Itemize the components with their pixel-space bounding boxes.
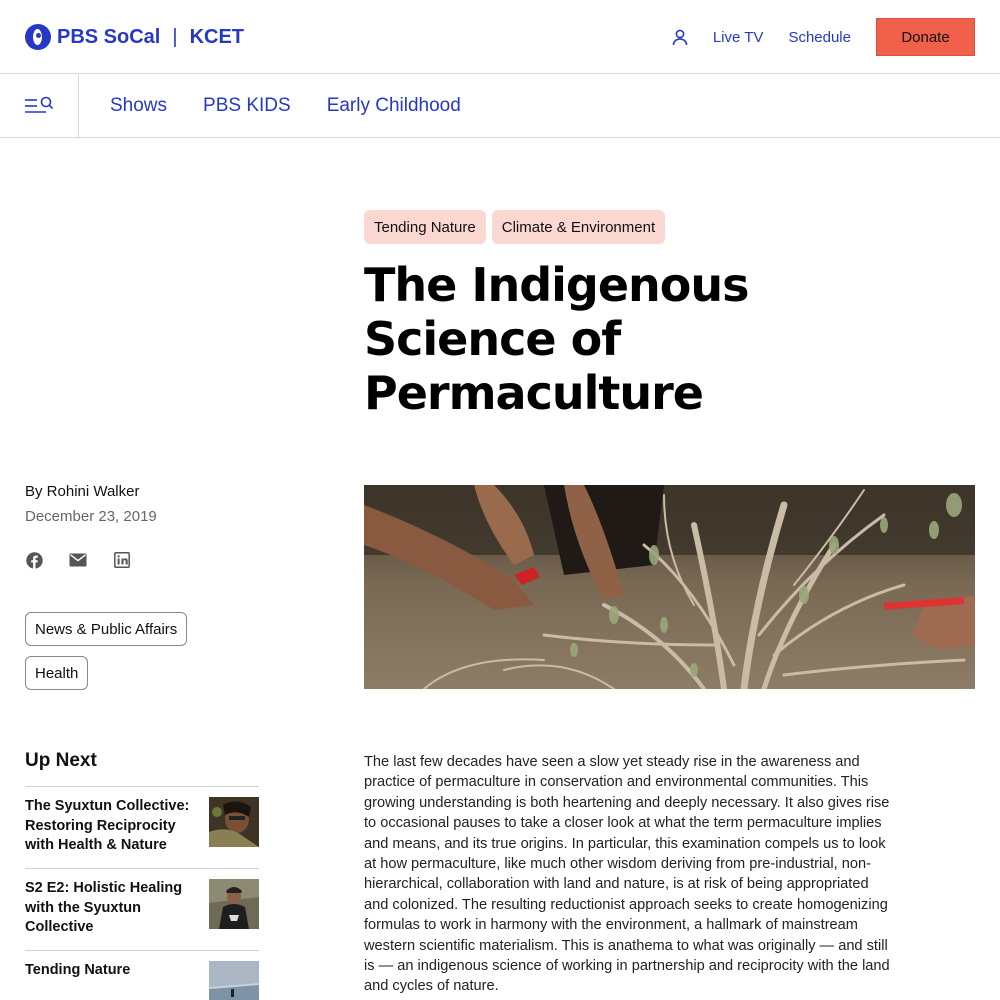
tag-tending-nature[interactable]: Tending Nature (364, 210, 486, 244)
article-tags: Tending Nature Climate & Environment (364, 210, 666, 244)
article-byline: By Rohini Walker (25, 483, 140, 500)
up-next-item[interactable]: S2 E2: Holistic Healing with the Syuxtun… (25, 869, 259, 951)
top-nav: Live TV Schedule Donate (669, 18, 975, 56)
nav-early-childhood[interactable]: Early Childhood (327, 95, 461, 117)
category-news-public-affairs[interactable]: News & Public Affairs (25, 612, 188, 646)
share-buttons (25, 551, 131, 569)
live-tv-link[interactable]: Live TV (713, 29, 764, 46)
user-account-icon[interactable] (669, 26, 691, 48)
article-date: December 23, 2019 (25, 508, 157, 525)
category-health[interactable]: Health (25, 656, 89, 690)
article-title: The Indigenous Science of Permaculture (364, 258, 750, 420)
up-next-item-title: S2 E2: Holistic Healing with the Syuxtun… (25, 880, 183, 935)
up-next-thumbnail (209, 961, 259, 1000)
secondary-nav: Shows PBS KIDS Early Childhood (0, 75, 1000, 138)
nav-pbs-kids[interactable]: PBS KIDS (203, 95, 291, 117)
site-logo[interactable]: PBS SoCal | KCET (25, 24, 244, 50)
donate-button[interactable]: Donate (876, 18, 975, 56)
up-next-heading: Up Next (25, 750, 97, 771)
nav-shows[interactable]: Shows (110, 95, 167, 117)
email-icon[interactable] (69, 551, 87, 569)
tag-climate-environment[interactable]: Climate & Environment (491, 210, 666, 244)
up-next-item-title: Tending Nature (25, 962, 131, 978)
logo-divider: | (172, 25, 178, 48)
menu-search-icon (25, 96, 54, 113)
article-hero-image (364, 485, 975, 689)
up-next-thumbnail (209, 879, 259, 929)
up-next-thumbnail (209, 797, 259, 847)
up-next-list: The Syuxtun Collective: Restoring Recipr… (25, 786, 259, 1000)
linkedin-icon[interactable] (113, 551, 131, 569)
site-header: PBS SoCal | KCET Live TV Schedule Donate (0, 0, 1000, 74)
up-next-item[interactable]: Tending Nature (25, 951, 259, 1000)
pbs-logo-icon (25, 24, 51, 50)
article-body: The last few decades have seen a slow ye… (364, 754, 890, 995)
schedule-link[interactable]: Schedule (788, 29, 851, 46)
logo-primary-text: PBS SoCal (57, 25, 161, 48)
up-next-item-title: The Syuxtun Collective: Restoring Recipr… (25, 798, 190, 853)
logo-secondary-text: KCET (189, 25, 245, 48)
up-next-item[interactable]: The Syuxtun Collective: Restoring Recipr… (25, 787, 259, 869)
menu-search-button[interactable] (0, 75, 79, 137)
facebook-icon[interactable] (25, 551, 43, 569)
